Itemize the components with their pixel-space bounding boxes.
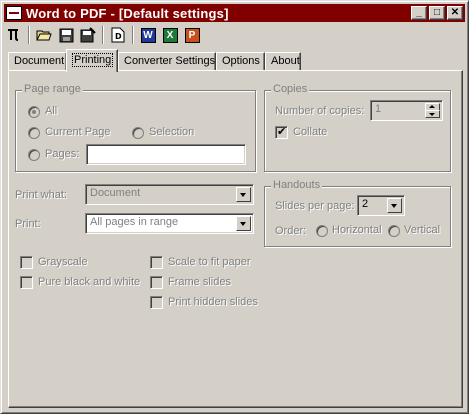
radio-selection[interactable]	[132, 127, 144, 139]
collate-checkbox[interactable]	[275, 125, 288, 139]
copies-value: 1	[375, 103, 382, 115]
pure-bw-checkbox[interactable]	[20, 276, 33, 289]
slides-per-page-label: Slides per page:	[275, 200, 355, 212]
print-select[interactable]: All pages in range	[85, 213, 254, 234]
print-what-select[interactable]: Document	[85, 184, 254, 205]
radio-current-page[interactable]	[28, 127, 40, 139]
pure-bw-label: Pure black and white	[38, 276, 141, 288]
frame-slides-checkbox[interactable]	[150, 276, 163, 289]
tab-about-label: About	[271, 55, 300, 67]
grayscale-checkbox[interactable]	[20, 256, 33, 269]
radio-current-page-label: Current Page	[45, 126, 111, 138]
powerpoint-app-icon[interactable]: P	[182, 25, 202, 45]
print-what-label: Print what:	[15, 189, 67, 201]
toolbar: D W X P	[4, 24, 465, 46]
toolbar-separator	[132, 26, 134, 44]
tab-about[interactable]: About	[265, 52, 301, 71]
save-icon[interactable]	[56, 25, 76, 45]
pdf-mark-icon[interactable]	[4, 25, 24, 45]
number-of-copies-label: Number of copies:	[275, 105, 365, 117]
tab-printing-label: Printing	[72, 53, 114, 67]
title-bar[interactable]: Word to PDF - [Default settings] _ □ ✕	[4, 4, 465, 22]
copies-spinner[interactable]	[425, 103, 440, 118]
frame-slides-label: Frame slides	[168, 276, 231, 288]
chevron-down-icon[interactable]	[387, 198, 402, 213]
toolbar-separator	[28, 26, 30, 44]
radio-all-label: All	[45, 105, 58, 117]
minimize-button[interactable]: _	[411, 6, 427, 20]
radio-vertical[interactable]	[388, 225, 400, 237]
order-label: Order:	[275, 225, 307, 237]
collate-label: Collate	[293, 126, 328, 138]
slides-per-page-select[interactable]: 2	[357, 195, 405, 216]
maximize-button[interactable]: □	[429, 6, 445, 20]
chevron-down-icon[interactable]	[236, 187, 251, 202]
tab-document-label: Document	[14, 55, 65, 67]
close-button[interactable]: ✕	[447, 6, 463, 20]
slides-per-page-value: 2	[362, 198, 369, 210]
app-icon[interactable]	[6, 6, 22, 20]
copies-group: Copies Number of copies: 1 Collate	[264, 83, 451, 172]
print-label: Print:	[15, 218, 41, 230]
word-app-icon[interactable]: W	[138, 25, 158, 45]
handouts-label: Handouts	[271, 179, 323, 191]
print-hidden-checkbox[interactable]	[150, 296, 163, 309]
radio-horizontal-label: Horizontal	[332, 224, 382, 236]
radio-selection-label: Selection	[149, 126, 195, 138]
tab-converter-settings[interactable]: Converter Settings	[118, 52, 216, 71]
app-window: Word to PDF - [Default settings] _ □ ✕ D…	[0, 0, 469, 414]
radio-vertical-label: Vertical	[404, 224, 441, 236]
tab-printing[interactable]: Printing	[66, 49, 118, 72]
copies-label: Copies	[271, 83, 310, 95]
tab-document[interactable]: Document	[8, 52, 67, 71]
page-range-label: Page range	[22, 83, 83, 95]
tab-options[interactable]: Options	[216, 52, 265, 71]
chevron-down-icon[interactable]	[236, 216, 251, 231]
close-icon: ✕	[450, 7, 460, 18]
copies-spinbox[interactable]: 1	[370, 100, 443, 121]
scale-to-fit-checkbox[interactable]	[150, 256, 163, 269]
print-hidden-label: Print hidden slides	[168, 296, 258, 308]
tab-options-label: Options	[222, 55, 260, 67]
document-info-icon[interactable]: D	[108, 25, 128, 45]
scale-to-fit-label: Scale to fit paper	[168, 256, 251, 268]
pages-input[interactable]	[86, 144, 246, 165]
radio-pages[interactable]	[28, 149, 40, 161]
radio-horizontal[interactable]	[316, 225, 328, 237]
page-range-group: Page range All Current Page Selection Pa…	[15, 83, 256, 172]
spin-down-icon[interactable]	[425, 110, 440, 118]
window-title: Word to PDF - [Default settings]	[26, 5, 229, 21]
excel-app-icon[interactable]: X	[160, 25, 180, 45]
svg-text:D: D	[115, 32, 122, 41]
minimize-icon: _	[416, 7, 422, 18]
tab-converter-settings-label: Converter Settings	[124, 55, 216, 67]
save-as-icon[interactable]	[78, 25, 98, 45]
printing-panel: Page range All Current Page Selection Pa…	[8, 70, 463, 408]
radio-pages-label: Pages:	[45, 148, 80, 160]
open-folder-icon[interactable]	[34, 25, 54, 45]
print-what-value: Document	[90, 187, 141, 199]
radio-all[interactable]	[28, 106, 40, 118]
maximize-icon: □	[433, 7, 441, 18]
toolbar-separator	[102, 26, 104, 44]
handouts-group: Handouts Slides per page: 2 Order: Horiz…	[264, 179, 451, 247]
grayscale-label: Grayscale	[38, 256, 88, 268]
print-value: All pages in range	[90, 216, 179, 228]
